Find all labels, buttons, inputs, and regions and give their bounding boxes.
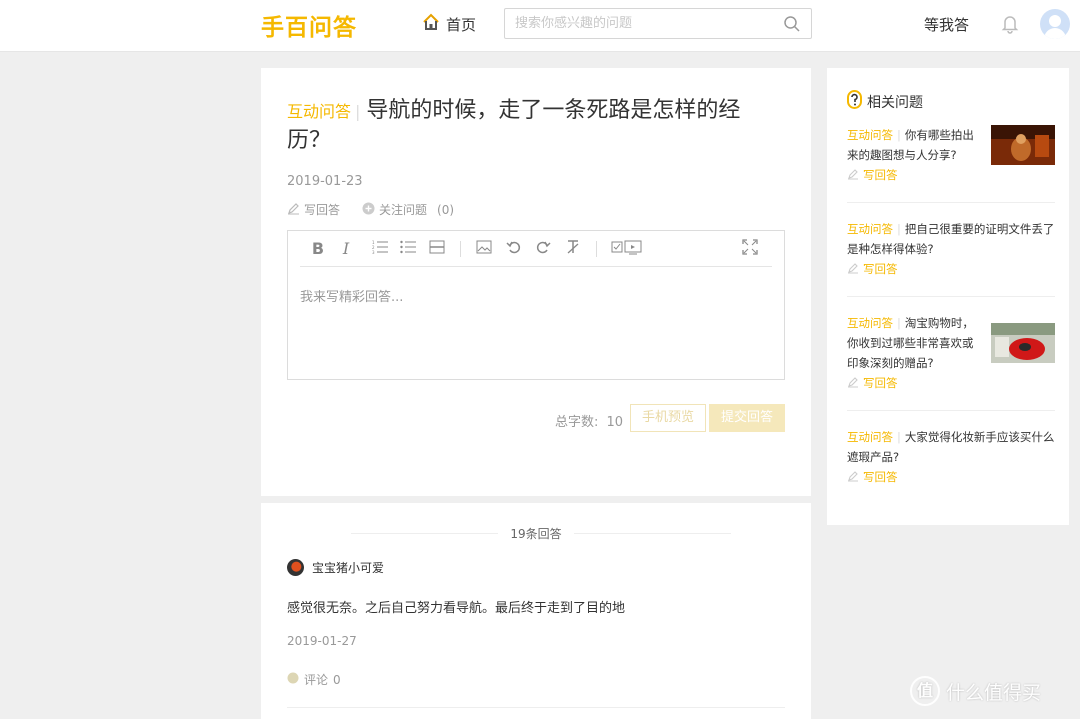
answer-author[interactable]: 宝宝猪小可爱 [287, 559, 384, 576]
related-divider [847, 410, 1055, 411]
tag-separator: | [897, 316, 901, 330]
unordered-list-icon[interactable] [398, 239, 418, 259]
nav-home-label: 首页 [446, 15, 477, 34]
answer-author-name[interactable]: 宝宝猪小可爱 [312, 559, 384, 576]
site-logo[interactable]: 手百问答 [261, 8, 357, 42]
answer-date: 2019-01-27 [287, 634, 357, 648]
mobile-preview-button[interactable]: 手机预览 [630, 404, 706, 432]
word-count-value: 10 [606, 415, 624, 430]
related-question-text-block[interactable]: 互动问答 | 淘宝购物时，你收到过哪些非常喜欢或印象深刻的赠品? [847, 313, 977, 373]
watermark-text: 什么值得买 [946, 681, 1042, 704]
clear-format-icon[interactable] [563, 239, 583, 259]
answers-card: 19条回答 宝宝猪小可爱 感觉很无奈。之后自己努力看导航。最后终于走到了目的地 … [261, 503, 811, 719]
related-question-item[interactable]: 互动问答 | 大家觉得化妆新手应该买什么遮瑕产品? 写回答 [847, 427, 1055, 485]
word-count-label: 总字数: [555, 415, 599, 430]
divider-line-icon[interactable] [427, 239, 447, 259]
pencil-icon [847, 262, 859, 277]
watermark-logo-icon: 值 [910, 676, 940, 706]
ordered-list-icon[interactable]: 123 [370, 239, 390, 259]
follow-question-button[interactable]: 关注问题 (0) [362, 201, 454, 218]
answer-editor: B I 123 我来写精彩回答... [287, 230, 785, 380]
related-questions-title: 相关问题 [867, 94, 923, 111]
answers-count: 19条回答 [261, 525, 811, 542]
related-write-answer-label: 写回答 [863, 262, 898, 276]
tag-separator: | [897, 128, 901, 142]
follow-question-label: 关注问题 [379, 203, 428, 217]
search-icon[interactable] [783, 15, 801, 37]
question-card: 互动问答 | 导航的时候，走了一条死路是怎样的经历？ 2019-01-23 写回答 … [261, 68, 811, 496]
nav-waiting-link[interactable]: 等我答 [924, 14, 969, 35]
plus-circle-icon [362, 202, 375, 218]
avatar[interactable] [287, 559, 304, 576]
related-write-answer-button[interactable]: 写回答 [847, 261, 1055, 277]
write-answer-button[interactable]: 写回答 [287, 201, 340, 218]
image-icon[interactable] [474, 239, 494, 259]
search-box [504, 8, 812, 39]
tag-separator: | [355, 102, 361, 121]
related-question-item[interactable]: 互动问答 | 把自己很重要的证明文件丢了是种怎样得体验? 写回答 [847, 219, 1055, 277]
tag-separator: | [897, 430, 901, 444]
answer-text: 感觉很无奈。之后自己努力看导航。最后终于走到了目的地 [287, 601, 626, 616]
related-question-tag[interactable]: 互动问答 [847, 430, 893, 444]
toolbar-divider [460, 241, 461, 257]
pencil-icon [287, 202, 300, 218]
comment-count: 0 [333, 672, 341, 687]
fullscreen-icon[interactable] [740, 239, 760, 259]
tag-separator: | [897, 222, 901, 236]
editor-text-area[interactable]: 我来写精彩回答... [300, 286, 403, 305]
redo-icon[interactable] [533, 239, 553, 259]
related-question-thumbnail[interactable] [991, 125, 1055, 165]
home-icon [422, 13, 440, 35]
related-question-tag[interactable]: 互动问答 [847, 128, 893, 142]
related-write-answer-label: 写回答 [863, 168, 898, 182]
bell-icon[interactable] [1001, 14, 1019, 38]
follow-count: (0) [437, 202, 455, 217]
italic-icon[interactable]: I [336, 239, 356, 259]
write-answer-label: 写回答 [304, 203, 341, 217]
related-question-thumbnail[interactable] [991, 323, 1055, 363]
related-question-item[interactable]: 互动问答 | 你有哪些拍出来的趣图想与人分享? 写回答 [847, 125, 1055, 183]
undo-icon[interactable] [504, 239, 524, 259]
top-navbar: 手百问答 首页 等我答 [0, 0, 1080, 52]
comment-icon [287, 672, 299, 687]
answer-comment-button[interactable]: 评论 0 [287, 671, 341, 688]
preview-toggle-icon[interactable] [610, 239, 644, 259]
question-title-block: 互动问答 | 导航的时候，走了一条死路是怎样的经历？ [287, 96, 767, 155]
related-question-text-block[interactable]: 互动问答 | 把自己很重要的证明文件丢了是种怎样得体验? [847, 219, 1055, 259]
related-write-answer-label: 写回答 [863, 470, 898, 484]
question-date: 2019-01-23 [287, 174, 363, 189]
question-tag[interactable]: 互动问答 [287, 102, 351, 121]
search-input[interactable] [515, 9, 775, 38]
pencil-icon [847, 168, 859, 183]
related-questions-heading: 相关问题 [847, 90, 923, 113]
pencil-icon [847, 376, 859, 391]
related-divider [847, 202, 1055, 203]
submit-answer-button[interactable]: 提交回答 [709, 404, 785, 432]
answers-count-label: 19条回答 [498, 527, 574, 541]
svg-text:3: 3 [372, 250, 375, 255]
answer-divider [287, 707, 785, 708]
user-avatar[interactable] [1040, 9, 1070, 39]
related-write-answer-button[interactable]: 写回答 [847, 375, 1055, 391]
toolbar-divider [596, 241, 597, 257]
bold-icon[interactable]: B [308, 239, 328, 259]
question-badge-icon [847, 90, 862, 113]
watermark: 值 什么值得买 [910, 676, 1041, 706]
word-count: 总字数: 10 [555, 411, 623, 430]
nav-home-link[interactable]: 首页 [422, 13, 476, 35]
related-question-tag[interactable]: 互动问答 [847, 222, 893, 236]
related-question-tag[interactable]: 互动问答 [847, 316, 893, 330]
related-question-text-block[interactable]: 互动问答 | 大家觉得化妆新手应该买什么遮瑕产品? [847, 427, 1055, 467]
related-write-answer-button[interactable]: 写回答 [847, 469, 1055, 485]
related-question-item[interactable]: 互动问答 | 淘宝购物时，你收到过哪些非常喜欢或印象深刻的赠品? 写回答 [847, 313, 1055, 391]
comment-label: 评论 [304, 673, 329, 687]
related-divider [847, 296, 1055, 297]
pencil-icon [847, 470, 859, 485]
editor-toolbar: B I 123 [300, 231, 772, 267]
related-write-answer-button[interactable]: 写回答 [847, 167, 1055, 183]
related-questions-card: 相关问题 互动问答 | 你有哪些拍出来的趣图想与人分享? 写回答 互动问答 | 把自己很… [827, 68, 1069, 525]
related-question-text-block[interactable]: 互动问答 | 你有哪些拍出来的趣图想与人分享? [847, 125, 977, 165]
question-actions: 写回答 关注问题 (0) [287, 201, 476, 218]
related-write-answer-label: 写回答 [863, 376, 898, 390]
